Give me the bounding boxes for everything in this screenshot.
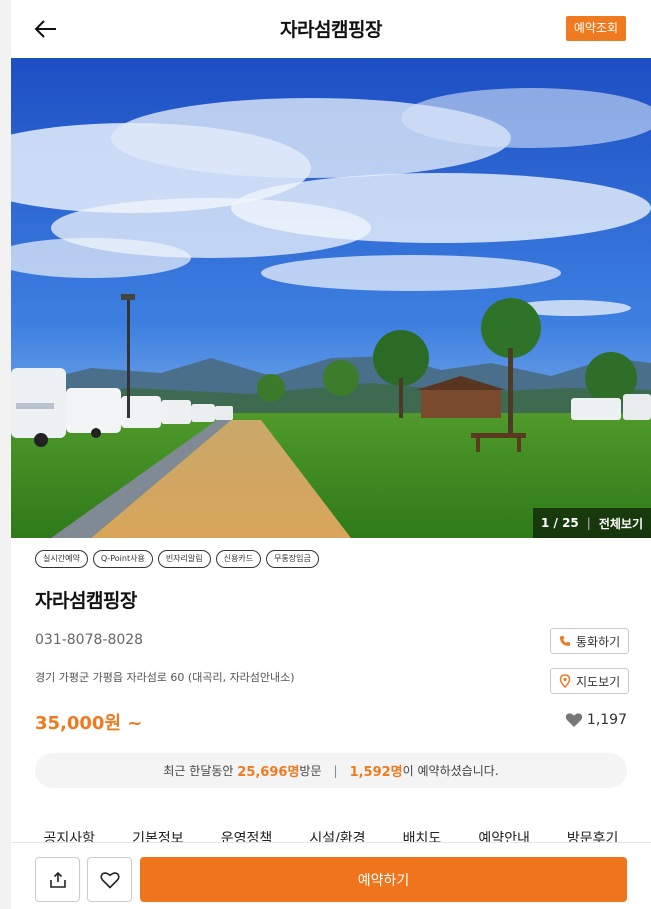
bottom-action-bar: 예약하기	[11, 842, 651, 909]
heart-outline-icon	[99, 871, 120, 889]
visit-suffix: 방문	[299, 764, 322, 778]
book-button[interactable]: 예약하기	[140, 857, 627, 902]
share-button[interactable]	[35, 857, 80, 902]
tag-credit-card: 신용카드	[215, 550, 262, 568]
map-button-label: 지도보기	[576, 674, 621, 689]
map-button[interactable]: 지도보기	[550, 668, 630, 694]
stats-divider: |	[333, 763, 338, 778]
heart-icon	[565, 713, 583, 727]
campsite-name: 자라섬캠핑장	[35, 590, 137, 612]
location-pin-icon	[559, 674, 571, 688]
call-button[interactable]: 통화하기	[550, 628, 630, 654]
view-all-photos-button[interactable]: 전체보기	[599, 515, 643, 532]
visit-stats: 최근 한달동안 25,696명 방문 | 1,592명 이 예약하셨습니다.	[35, 753, 627, 788]
page-title: 자라섬캠핑장	[280, 19, 382, 41]
phone-number: 031-8078-8028	[35, 632, 144, 648]
booking-suffix: 이 예약하셨습니다.	[402, 764, 499, 778]
like-count: 1,197	[565, 712, 627, 728]
tag-vacancy-alert: 빈자리알림	[157, 550, 211, 568]
counter-divider: |	[586, 516, 591, 530]
campsite-detail-page: 자라섬캠핑장 예약조회 1 / 25 | 전체보기 실시간예약 Q-Point사…	[11, 0, 651, 909]
hero-photo[interactable]: 1 / 25 | 전체보기	[11, 58, 651, 538]
header: 자라섬캠핑장 예약조회	[11, 0, 651, 58]
stats-prefix: 최근 한달동안	[163, 764, 234, 778]
price: 35,000원 ~	[35, 713, 143, 734]
like-count-value: 1,197	[586, 712, 627, 728]
tag-q-point: Q-Point사용	[92, 550, 153, 568]
visit-count: 25,696명	[237, 765, 300, 780]
share-icon	[49, 871, 66, 888]
booking-count: 1,592명	[349, 765, 403, 780]
left-margin	[0, 0, 11, 909]
feature-tags: 실시간예약 Q-Point사용 빈자리알림 신용카드 무통장입금	[35, 550, 319, 568]
tag-bank-transfer: 무통장입금	[266, 550, 319, 568]
campsite-photo	[11, 58, 651, 538]
phone-icon	[560, 636, 570, 646]
photo-index: 1 / 25	[540, 516, 579, 530]
tag-realtime-booking: 실시간예약	[35, 550, 88, 568]
favorite-button[interactable]	[87, 857, 132, 902]
call-button-label: 통화하기	[576, 634, 621, 649]
photo-counter: 1 / 25 | 전체보기	[532, 508, 651, 538]
reservation-check-button[interactable]: 예약조회	[565, 16, 626, 41]
address: 경기 가평군 가평읍 자라섬로 60 (대곡리, 자라섬안내소)	[35, 671, 295, 684]
